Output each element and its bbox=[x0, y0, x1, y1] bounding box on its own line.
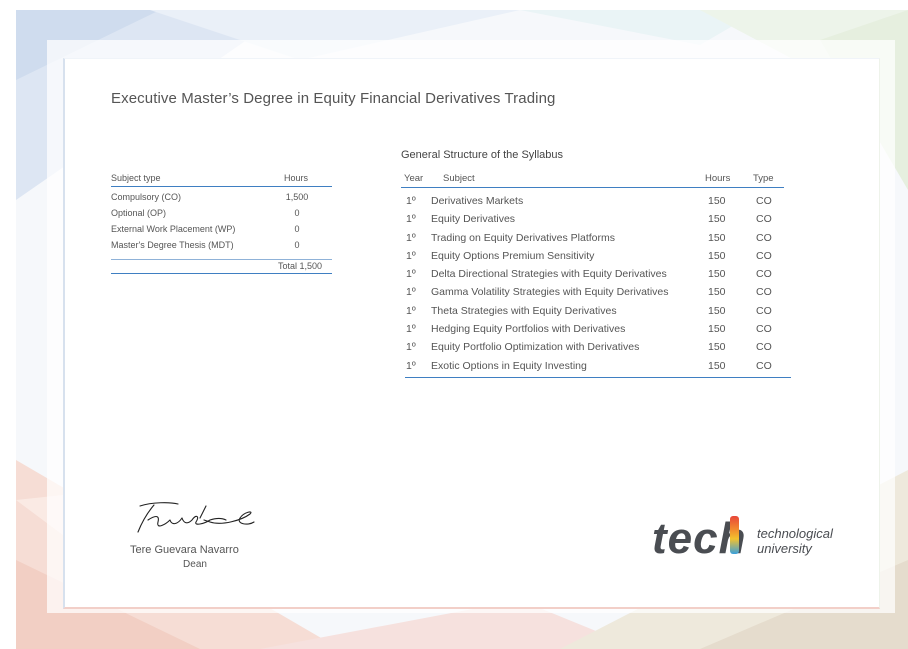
syllabus-header-year: Year bbox=[404, 173, 424, 184]
syllabus-year: 1º bbox=[406, 341, 416, 354]
summary-subject-type: Optional (OP) bbox=[111, 208, 167, 218]
syllabus-year: 1º bbox=[406, 304, 416, 317]
syllabus-type: CO bbox=[756, 195, 772, 207]
syllabus-row: 1º Trading on Equity Derivatives Platfor… bbox=[401, 229, 787, 247]
logo-color-accent bbox=[730, 516, 739, 554]
syllabus-row: 1º Gamma Volatility Strategies with Equi… bbox=[401, 283, 787, 301]
syllabus-year: 1º bbox=[406, 359, 416, 372]
syllabus-subject: Equity Derivatives bbox=[431, 213, 516, 226]
syllabus-subject: Theta Strategies with Equity Derivatives bbox=[431, 304, 617, 317]
summary-hours: 1,500 bbox=[285, 192, 309, 202]
syllabus-hours: 150 bbox=[708, 231, 726, 244]
summary-total-row: Total 1,500 bbox=[111, 259, 332, 274]
syllabus-subject: Gamma Volatility Strategies with Equity … bbox=[431, 286, 669, 299]
summary-hours: 0 bbox=[294, 240, 300, 250]
syllabus-subject: Trading on Equity Derivatives Platforms bbox=[431, 231, 616, 244]
syllabus-subject: Equity Portfolio Optimization with Deriv… bbox=[431, 341, 640, 354]
syllabus-subject: Exotic Options in Equity Investing bbox=[431, 359, 587, 372]
summary-total: Total 1,500 bbox=[277, 261, 322, 271]
subject-type-summary-table: Subject type Hours Compulsory (CO) 1,500… bbox=[111, 172, 332, 274]
syllabus-type: CO bbox=[756, 249, 772, 262]
syllabus-type: CO bbox=[756, 268, 772, 281]
syllabus-header-type: Type bbox=[753, 173, 774, 184]
syllabus-row: 1º Hedging Equity Portfolios with Deriva… bbox=[401, 320, 787, 338]
syllabus-row: 1º Equity Derivatives 150 CO bbox=[401, 210, 787, 228]
syllabus-row: 1º Derivatives Markets 150 CO bbox=[401, 192, 787, 210]
tech-university-logo: tech technological university bbox=[652, 514, 834, 562]
syllabus-year: 1º bbox=[406, 195, 416, 207]
syllabus-hours: 150 bbox=[708, 359, 726, 372]
syllabus-hours: 150 bbox=[708, 341, 726, 354]
syllabus-header-subject: Subject bbox=[443, 173, 475, 184]
syllabus-year: 1º bbox=[406, 323, 416, 336]
syllabus-hours: 150 bbox=[708, 323, 726, 336]
syllabus-type: CO bbox=[756, 304, 772, 317]
dean-signature bbox=[130, 500, 260, 540]
syllabus-subject: Derivatives Markets bbox=[431, 195, 524, 207]
syllabus-hours: 150 bbox=[708, 304, 726, 317]
signatory-role: Dean bbox=[183, 559, 207, 570]
syllabus-row: 1º Delta Directional Strategies with Equ… bbox=[401, 265, 787, 283]
syllabus-year: 1º bbox=[406, 231, 416, 244]
summary-header-hours: Hours bbox=[284, 173, 309, 183]
syllabus-type: CO bbox=[756, 323, 772, 336]
signatory-name: Tere Guevara Navarro bbox=[130, 544, 239, 556]
syllabus-row: 1º Equity Options Premium Sensitivity 15… bbox=[401, 247, 787, 265]
summary-hours: 0 bbox=[294, 208, 300, 218]
syllabus-year: 1º bbox=[406, 213, 416, 226]
syllabus-type: CO bbox=[756, 213, 772, 226]
syllabus-subject: Hedging Equity Portfolios with Derivativ… bbox=[431, 323, 626, 336]
syllabus-type: CO bbox=[756, 231, 772, 244]
syllabus-row: 1º Exotic Options in Equity Investing 15… bbox=[401, 357, 787, 375]
syllabus-year: 1º bbox=[406, 249, 416, 262]
syllabus-year: 1º bbox=[406, 286, 416, 299]
syllabus-subject: Equity Options Premium Sensitivity bbox=[431, 249, 595, 262]
summary-hours: 0 bbox=[294, 224, 300, 234]
summary-header-subject-type: Subject type bbox=[111, 173, 161, 183]
syllabus-hours: 150 bbox=[708, 213, 726, 226]
logo-line-university: university bbox=[757, 541, 813, 556]
syllabus-hours: 150 bbox=[708, 195, 726, 207]
syllabus-row: 1º Equity Portfolio Optimization with De… bbox=[401, 338, 787, 356]
syllabus-title: General Structure of the Syllabus bbox=[401, 149, 564, 161]
syllabus-row: 1º Theta Strategies with Equity Derivati… bbox=[401, 302, 787, 320]
syllabus-header-row: Year Subject Hours Type bbox=[401, 172, 784, 188]
syllabus-year: 1º bbox=[406, 268, 416, 281]
syllabus-type: CO bbox=[756, 359, 772, 372]
certificate-title: Executive Master’s Degree in Equity Fina… bbox=[111, 90, 556, 107]
syllabus-type: CO bbox=[756, 286, 772, 299]
syllabus-table: Year Subject Hours Type 1º Derivatives M… bbox=[401, 172, 791, 378]
handwritten-signature bbox=[137, 502, 255, 533]
summary-row: Optional (OP) 0 bbox=[111, 205, 332, 221]
summary-row: Master's Degree Thesis (MDT) 0 bbox=[111, 237, 332, 253]
syllabus-hours: 150 bbox=[708, 286, 726, 299]
certificate-content: Executive Master’s Degree in Equity Fina… bbox=[0, 0, 908, 649]
syllabus-bottom-rule bbox=[405, 376, 791, 378]
syllabus-type: CO bbox=[756, 341, 772, 354]
syllabus-hours: 150 bbox=[708, 249, 726, 262]
summary-subject-type: Compulsory (CO) bbox=[111, 192, 182, 202]
summary-subject-type: Master's Degree Thesis (MDT) bbox=[111, 240, 234, 250]
summary-header-row: Subject type Hours bbox=[111, 172, 332, 187]
syllabus-header-hours: Hours bbox=[705, 173, 731, 184]
summary-row: Compulsory (CO) 1,500 bbox=[111, 189, 332, 205]
summary-subject-type: External Work Placement (WP) bbox=[111, 224, 236, 234]
summary-row: External Work Placement (WP) 0 bbox=[111, 221, 332, 237]
syllabus-hours: 150 bbox=[708, 268, 726, 281]
logo-line-technological: technological bbox=[757, 526, 834, 541]
syllabus-subject: Delta Directional Strategies with Equity… bbox=[431, 268, 667, 281]
